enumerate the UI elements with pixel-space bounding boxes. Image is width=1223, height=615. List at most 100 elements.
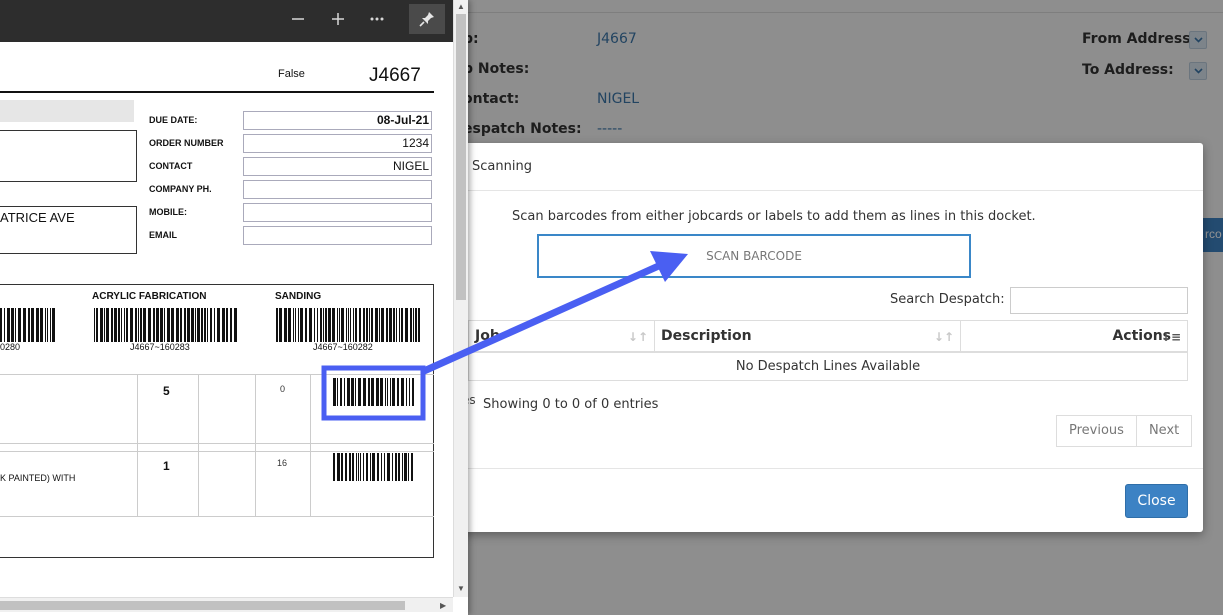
doc-field-label: CONTACT: [149, 161, 193, 171]
scroll-down-icon[interactable]: ▼: [457, 584, 465, 593]
despatch-lines-table: Job ↓↑ Description ↓↑ Actions ↓≡ No Desp…: [468, 320, 1188, 381]
barcode-bar: [387, 378, 388, 406]
barcode-bar: [406, 378, 407, 406]
barcode-bar: [210, 308, 212, 342]
sort-desc-icon: ↓≡: [1160, 330, 1181, 344]
barcode-bar: [401, 308, 403, 342]
column-header-actions[interactable]: Actions ↓≡: [960, 320, 1188, 353]
column-header-description[interactable]: Description ↓↑: [654, 320, 961, 353]
barcode-bar: [184, 308, 186, 342]
scrollbar-thumb[interactable]: [456, 14, 466, 300]
barcode-bar: [195, 308, 196, 342]
barcode-bar: [389, 308, 392, 342]
barcode-bar: [167, 308, 170, 342]
barcode-bar: [398, 453, 400, 481]
barcode-bar: [347, 378, 350, 406]
barcode-bar: [381, 453, 382, 481]
barcode-bar: [372, 453, 375, 481]
pdf-page: False J4667 ATRICE AVE DUE DATE: 08-Jul-…: [0, 46, 453, 597]
barcode-bar: [40, 308, 43, 342]
row-number: 16: [277, 458, 288, 468]
barcode-bar: [47, 308, 48, 342]
sort-icon: ↓↑: [627, 330, 648, 344]
section-title: ACRYLIC FABRICATION: [92, 291, 207, 302]
row-description: K PAINTED) WITH: [0, 473, 76, 483]
horizontal-scrollbar[interactable]: ▶: [0, 597, 453, 612]
barcode-bar: [15, 308, 16, 342]
barcode-bar: [118, 308, 120, 342]
barcode-bar: [106, 308, 109, 342]
empty-message: No Despatch Lines Available: [468, 351, 1188, 381]
search-despatch-input[interactable]: [1010, 287, 1188, 314]
barcode-bar: [276, 308, 278, 342]
zoom-out-button[interactable]: [280, 4, 316, 34]
barcode-bar: [124, 308, 125, 342]
doc-field-label: ORDER NUMBER: [149, 138, 224, 148]
doc-address-text: ATRICE AVE: [0, 210, 75, 225]
barcode-bar: [337, 453, 340, 481]
zoom-in-button[interactable]: [320, 4, 356, 34]
barcode-bar: [148, 308, 151, 342]
barcode-image: [333, 378, 414, 406]
barcode-bar: [126, 308, 128, 342]
barcode-bar: [413, 308, 414, 342]
barcode-bar: [104, 308, 105, 342]
barcode-bar: [345, 453, 347, 481]
barcode-bar: [298, 308, 299, 342]
barcode-bar: [171, 308, 174, 342]
barcode-bar: [337, 378, 338, 406]
barcode-bar: [340, 378, 342, 406]
pin-button[interactable]: [409, 4, 445, 34]
doc-field-value: [243, 180, 432, 199]
scan-barcode-input[interactable]: [537, 234, 971, 278]
doc-field-label: DUE DATE:: [149, 115, 198, 125]
next-button[interactable]: Next: [1136, 415, 1193, 447]
scroll-up-icon[interactable]: ▲: [457, 2, 465, 11]
barcode-bar: [217, 308, 220, 342]
barcode-bar: [45, 308, 46, 342]
barcode-bar: [404, 453, 407, 481]
barcode-bar: [317, 308, 318, 342]
barcode-bar: [309, 308, 312, 342]
pin-icon: [419, 12, 434, 27]
column-header-job[interactable]: Job ↓↑: [468, 320, 655, 353]
close-button[interactable]: Close: [1125, 484, 1188, 518]
scroll-right-icon[interactable]: ▶: [440, 601, 446, 610]
barcode-bar: [363, 453, 364, 481]
barcode-bar: [121, 308, 122, 342]
barcode-bar: [226, 308, 228, 342]
barcode-bar: [164, 308, 165, 342]
barcode-bar: [207, 308, 208, 342]
more-options-button[interactable]: [359, 4, 395, 34]
barcode-bar: [351, 378, 354, 406]
vertical-scrollbar[interactable]: ▲ ▼: [453, 0, 468, 597]
barcode-image: [0, 308, 55, 342]
previous-button[interactable]: Previous: [1056, 415, 1137, 447]
barcode-bar: [140, 308, 142, 342]
barcode-bar: [411, 453, 413, 481]
barcode-bar: [349, 453, 351, 481]
barcode-image: [333, 453, 413, 481]
barcode-bar: [295, 308, 296, 342]
barcode-bar: [350, 308, 351, 342]
barcode-bar: [305, 308, 307, 342]
barcode-bar: [187, 308, 190, 342]
barcode-bar: [300, 308, 303, 342]
barcode-bar: [376, 378, 379, 406]
more-icon: [370, 17, 384, 21]
barcode-bar: [380, 378, 383, 406]
barcode-bar: [320, 308, 322, 342]
barcode-bar: [333, 453, 335, 481]
modal-title: Scanning: [472, 159, 532, 174]
pagination: Previous Next: [1056, 415, 1193, 447]
barcode-bar: [360, 453, 361, 481]
barcode-bar: [408, 453, 409, 481]
barcode-bar: [393, 308, 395, 342]
column-label-description: Description: [661, 327, 752, 344]
barcode-bar: [50, 308, 51, 342]
barcode-bar: [358, 453, 359, 481]
barcode-bar: [153, 308, 155, 342]
barcode-bar: [328, 308, 331, 342]
barcode-bar: [368, 378, 370, 406]
scrollbar-thumb[interactable]: [0, 601, 405, 610]
